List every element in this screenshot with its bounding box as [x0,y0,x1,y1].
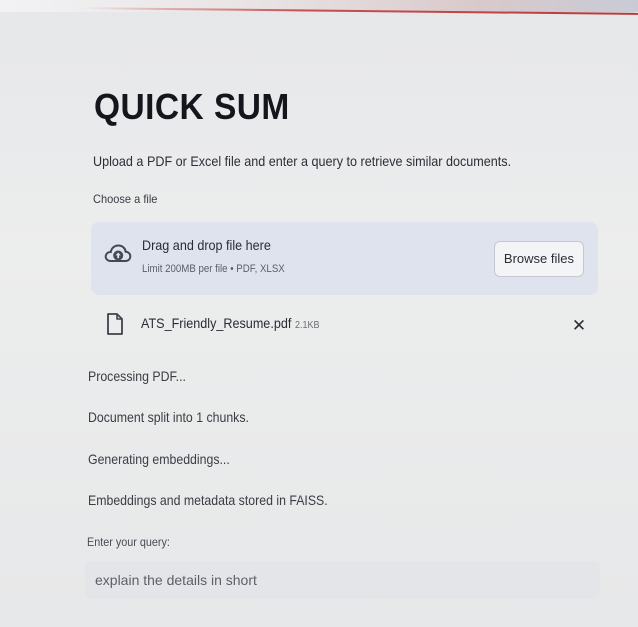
browse-files-button[interactable]: Browse files [493,241,584,277]
status-message: Embeddings and metadata stored in FAISS. [88,492,328,508]
top-decoration-bar [0,0,638,12]
status-message: Document split into 1 chunks. [88,409,249,425]
query-input[interactable] [85,561,600,599]
uploaded-file-name: ATS_Friendly_Resume.pdf 2.1KB [141,315,319,331]
file-icon [106,313,124,335]
uploaded-file-row: ATS_Friendly_Resume.pdf 2.1KB ✕ [91,307,598,347]
file-uploader-label: Choose a file [93,192,158,206]
query-label: Enter your query: [87,535,170,549]
uploaded-file-size: 2.1KB [294,320,320,331]
cloud-upload-icon [103,239,133,269]
page-title: QUICK SUM [94,86,290,127]
dropzone-title: Drag and drop file here [142,237,271,253]
status-message: Processing PDF... [88,368,186,384]
dropzone-limit-text: Limit 200MB per file • PDF, XLSX [142,263,285,275]
file-dropzone[interactable]: Drag and drop file here Limit 200MB per … [91,222,598,295]
uploaded-file-name-text: ATS_Friendly_Resume.pdf [141,315,292,331]
status-message: Generating embeddings... [88,451,230,467]
page-subtitle: Upload a PDF or Excel file and enter a q… [93,153,512,169]
remove-file-button[interactable]: ✕ [570,317,588,335]
